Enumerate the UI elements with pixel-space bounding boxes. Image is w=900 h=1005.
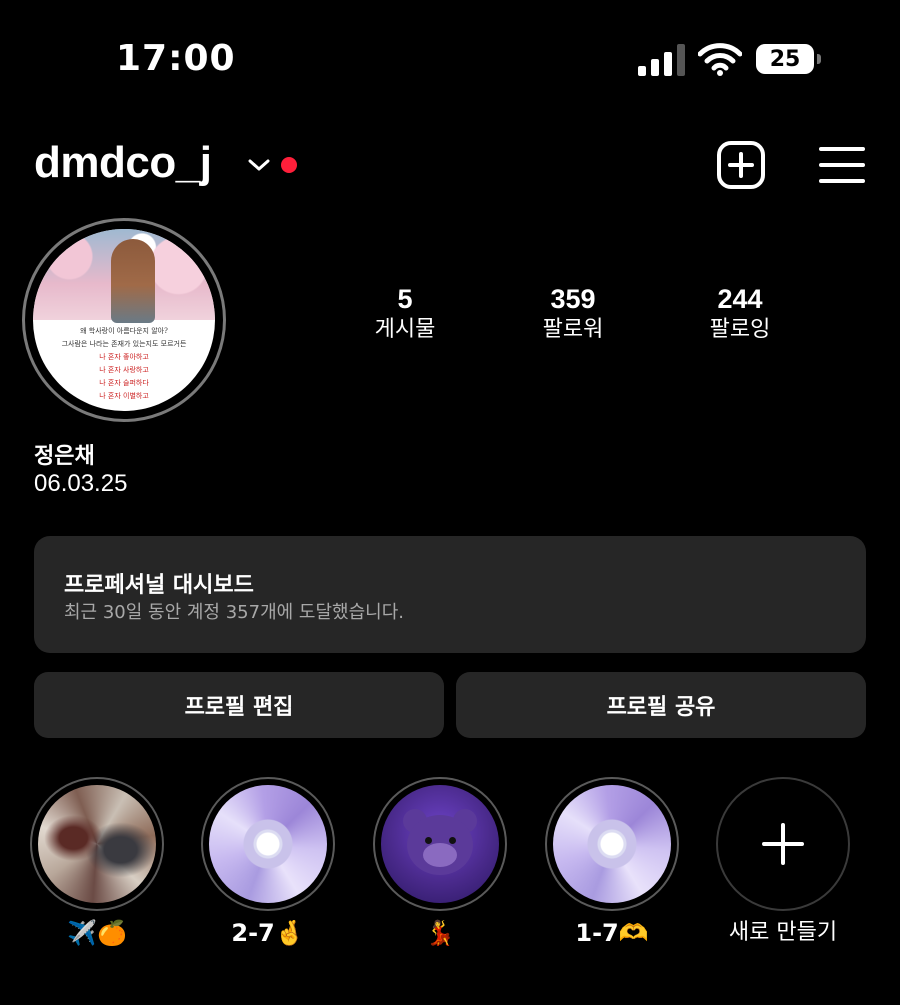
highlight-label: 2-7🤞 [231,919,305,947]
stat-value: 359 [550,284,596,314]
new-highlight-label: 새로 만들기 [728,920,838,945]
display-name: 정은채 [34,444,95,469]
highlight-ring [201,777,335,911]
plus-icon [762,823,804,865]
highlight-label: 1-7🫶 [575,919,649,947]
avatar-poem: 왜 학사랑이 아름다운지 알아? 그사람은 나라는 존재가 있는지도 모르거든 … [61,327,187,400]
highlight-item[interactable]: 2-7🤞 [200,777,336,949]
stat-value: 244 [717,284,763,314]
stat-value: 5 [397,284,413,314]
share-profile-button[interactable]: 프로필 공유 [456,672,866,738]
battery-level: 25 [756,44,814,74]
new-highlight-circle [716,777,850,911]
create-post-icon[interactable] [716,140,766,190]
avatar-person [111,239,155,323]
status-time: 17:00 [116,38,236,79]
edit-profile-button[interactable]: 프로필 편집 [34,672,444,738]
bear-eye [449,837,456,844]
profile-picture[interactable]: 왜 학사랑이 아름다운지 알아? 그사람은 나라는 존재가 있는지도 모르거든 … [22,218,226,422]
bear-muzzle [423,843,457,867]
highlight-ring [545,777,679,911]
highlight-ring [30,777,164,911]
notification-dot [281,157,297,173]
highlight-label: 💃 [425,919,455,947]
stat-label: 팔로잉 [709,317,771,342]
stat-label: 게시물 [374,317,436,342]
stat-following[interactable]: 244 팔로잉 [680,284,800,346]
battery-indicator: 25 [756,44,822,76]
highlight-item[interactable]: 1-7🫶 [544,777,680,949]
dashboard-subtitle: 최근 30일 동안 계정 357개에 도달했습니다. [64,602,404,623]
highlight-cover [209,785,327,903]
highlight-item[interactable]: ✈️🍊 [29,777,165,949]
highlight-cover [381,785,499,903]
cellular-signal-icon [638,44,685,76]
highlight-cover [553,785,671,903]
menu-icon[interactable] [818,144,866,186]
stat-followers[interactable]: 359 팔로워 [513,284,633,346]
stat-label: 팔로워 [542,317,604,342]
chevron-down-icon[interactable] [246,156,272,174]
bio: 06.03.25 [34,470,128,497]
professional-dashboard[interactable]: 프로페셔널 대시보드 최근 30일 동안 계정 357개에 도달했습니다. [34,536,866,653]
battery-cap [817,54,821,64]
dashboard-title: 프로페셔널 대시보드 [64,573,254,598]
wifi-icon [698,43,742,76]
highlight-ring [373,777,507,911]
username[interactable]: dmdco_j [34,138,212,188]
new-highlight-button[interactable]: 새로 만들기 [715,777,851,949]
avatar-image: 왜 학사랑이 아름다운지 알아? 그사람은 나라는 존재가 있는지도 모르거든 … [33,229,215,411]
highlight-label: ✈️🍊 [67,919,127,947]
highlight-item[interactable]: 💃 [372,777,508,949]
bear-eye [425,837,432,844]
stat-posts[interactable]: 5 게시물 [345,284,465,346]
highlight-cover [38,785,156,903]
